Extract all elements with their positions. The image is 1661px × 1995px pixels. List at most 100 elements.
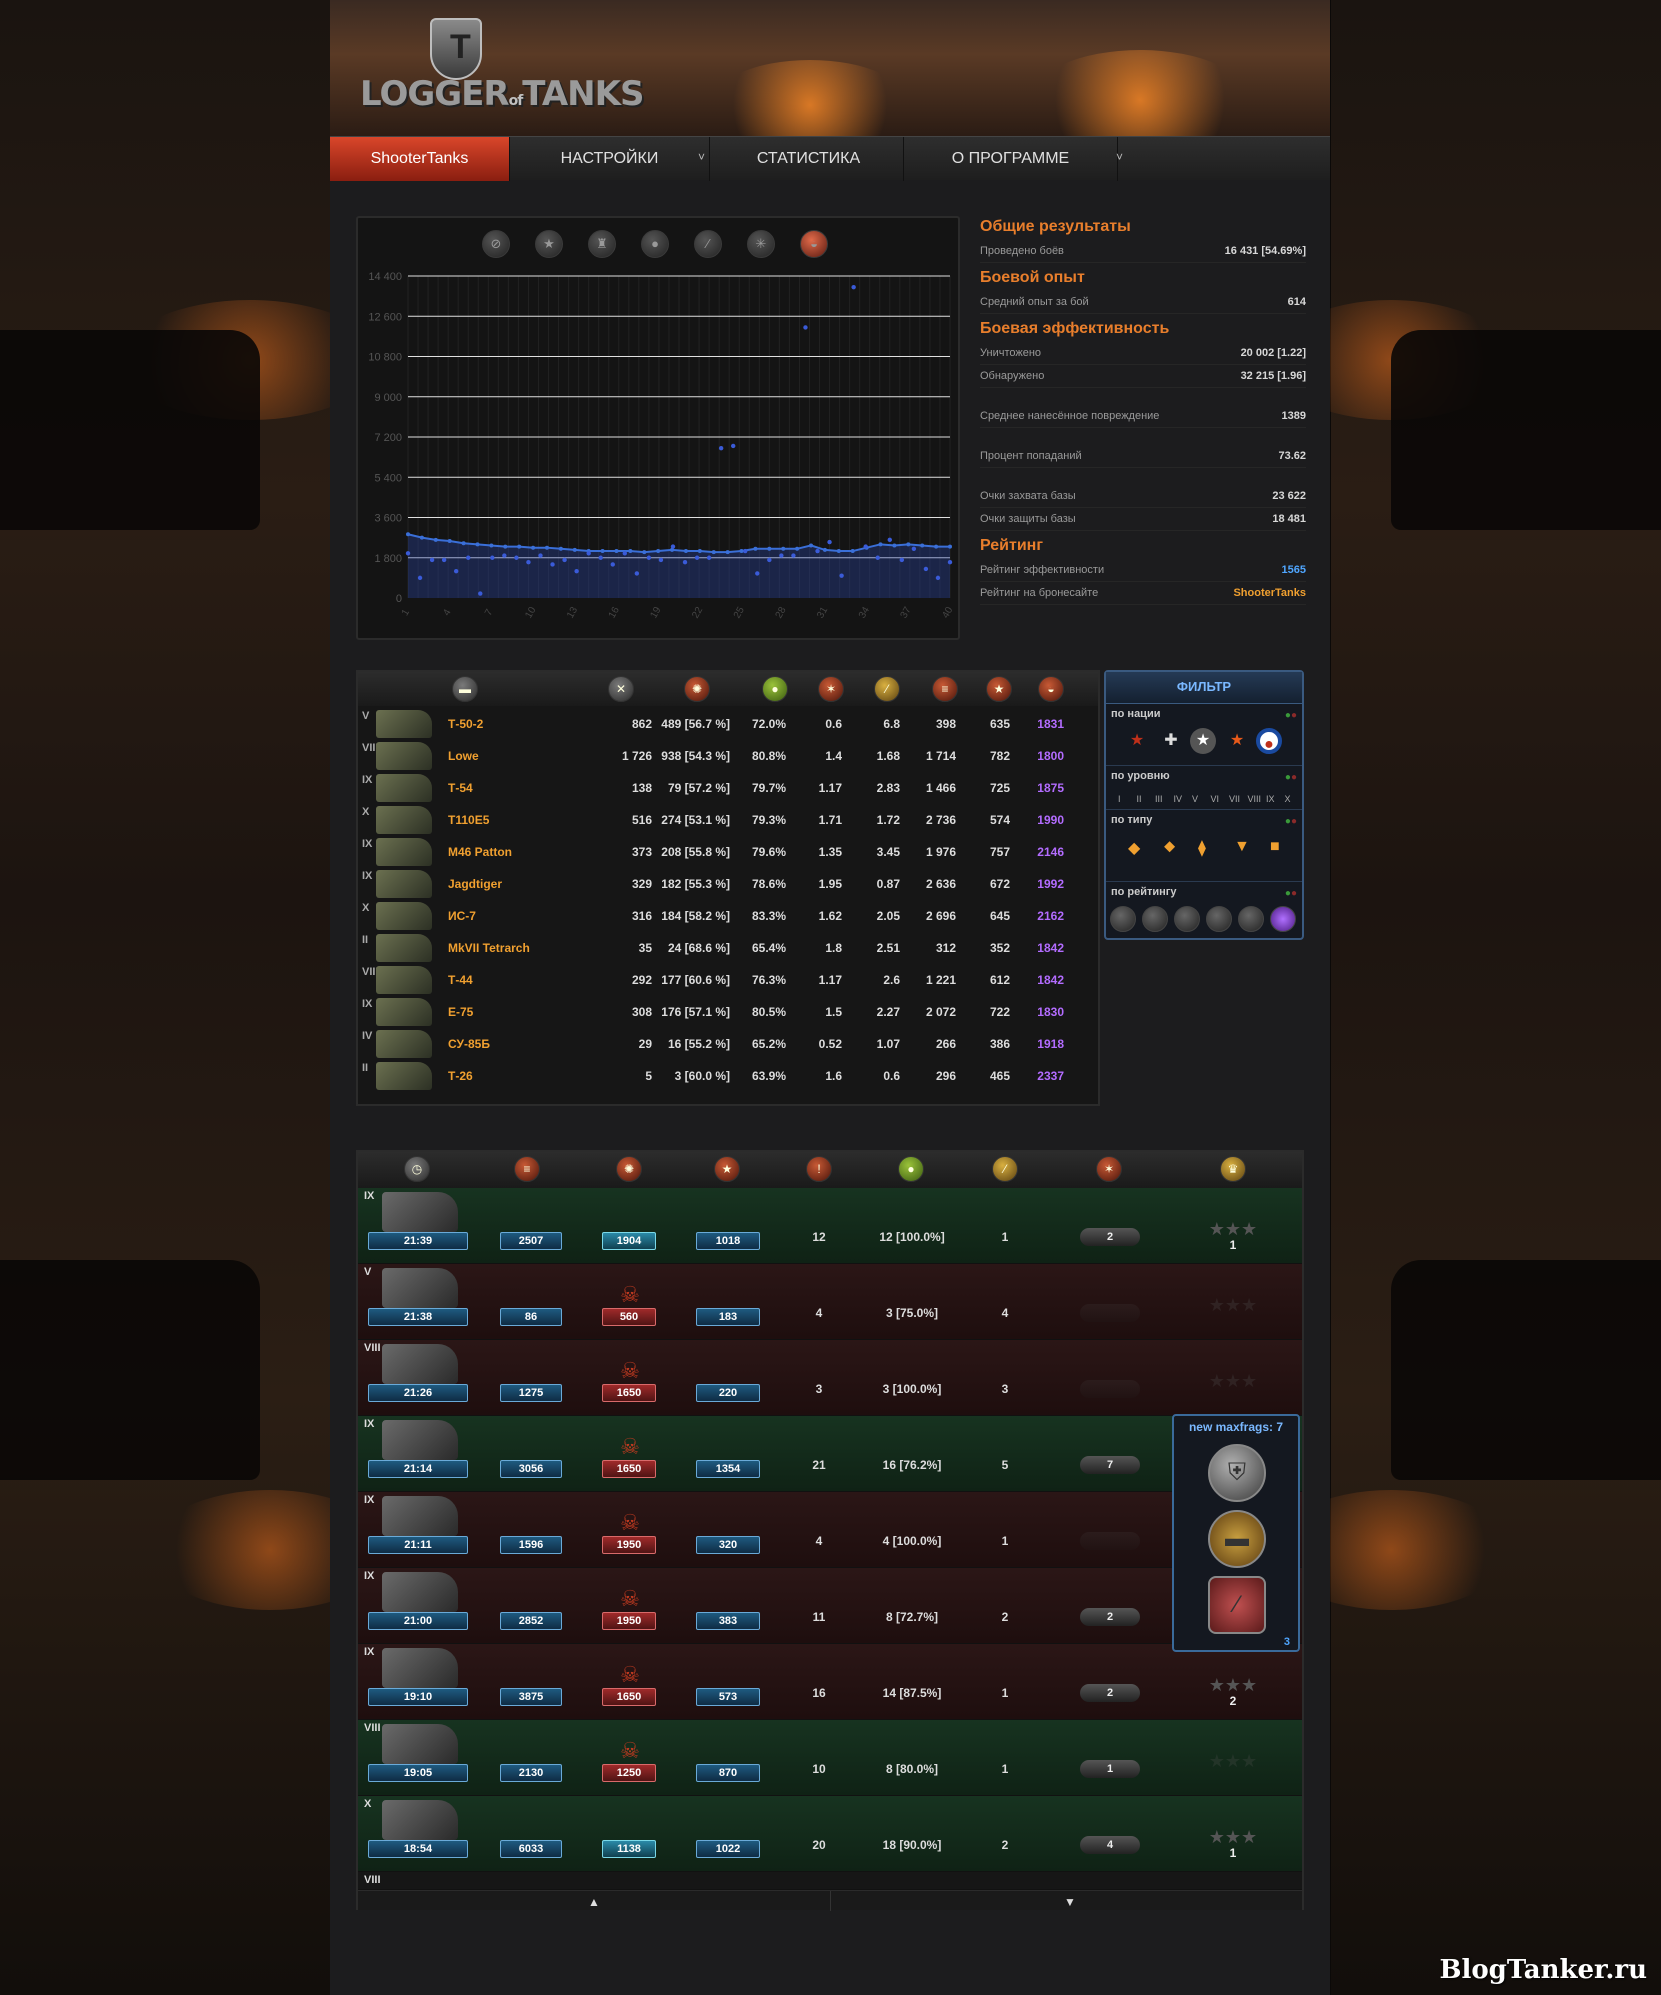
- battle-row[interactable]: IX21:111596☠195032044 [100.0%]1★★★: [358, 1492, 1302, 1568]
- rating-class-icon[interactable]: [1206, 906, 1232, 932]
- wins-icon[interactable]: ✺: [684, 676, 710, 702]
- level-option[interactable]: VI: [1211, 794, 1220, 804]
- chevron-down-icon[interactable]: ˅: [698, 137, 705, 177]
- spotted-icon[interactable]: ✶: [1096, 1156, 1122, 1182]
- xp-icon[interactable]: ✺: [616, 1156, 642, 1182]
- level-option[interactable]: V: [1192, 794, 1198, 804]
- toggle-dots[interactable]: ●●: [1285, 888, 1297, 899]
- damage-icon[interactable]: ≡: [514, 1156, 540, 1182]
- battle-row-partial[interactable]: VIII: [358, 1872, 1302, 1890]
- chevron-down-icon[interactable]: ˅: [1116, 137, 1123, 177]
- medium-tank-icon[interactable]: ⬥: [1164, 838, 1175, 856]
- level-option[interactable]: I: [1118, 794, 1121, 804]
- td-icon[interactable]: ▼: [1234, 838, 1250, 856]
- tank-icon[interactable]: ▬: [452, 676, 478, 702]
- tank-thumbnail: [382, 1572, 458, 1612]
- shots-icon[interactable]: !: [806, 1156, 832, 1182]
- logo[interactable]: T LOGGERofTANKS: [360, 18, 644, 118]
- battle-row[interactable]: VIII 21:26 1275 ☠ 1650 220 3 3 [100.0%] 3 ★★★: [358, 1340, 1302, 1416]
- level-option[interactable]: III: [1155, 794, 1163, 804]
- tank-name[interactable]: Т-44: [448, 973, 473, 987]
- table-row[interactable]: IX Jagdtiger 329 182 [55.3 %] 78.6% 1.95 0.87 2…: [358, 868, 1098, 900]
- scroll-up-arrow-icon[interactable]: ▲: [588, 1895, 600, 1909]
- scroll-down-arrow-icon[interactable]: ▼: [1064, 1895, 1076, 1909]
- table-row[interactable]: X T110E5 516 274 [53.1 %] 79.3% 1.71 1.72 2 736…: [358, 804, 1098, 836]
- cell-spot: 1.68: [876, 749, 900, 763]
- level-option[interactable]: X: [1285, 794, 1291, 804]
- nav-item-about[interactable]: О ПРОГРАММЕ: [904, 137, 1118, 181]
- survival-icon[interactable]: ●: [762, 676, 788, 702]
- shots-icon[interactable]: ⁄: [874, 676, 900, 702]
- battle-row[interactable]: IX 19:10 3875 ☠ 1650 573 16 14 [87.5%] 1 2 ★★★ 2: [358, 1644, 1302, 1720]
- table-row[interactable]: X ИС-7 316 184 [58.2 %] 83.3% 1.62 2.05 2 696 64…: [358, 900, 1098, 932]
- spg-icon[interactable]: ■: [1270, 838, 1280, 856]
- rating-class-icon[interactable]: [1238, 906, 1264, 932]
- series-point: [558, 546, 563, 551]
- level-option[interactable]: IV: [1174, 794, 1183, 804]
- tank-name[interactable]: Т-54: [448, 781, 473, 795]
- rating-star-icon[interactable]: ★: [714, 1156, 740, 1182]
- sniper-medal-icon[interactable]: ⁄: [1208, 1576, 1266, 1634]
- hits-icon[interactable]: ●: [898, 1156, 924, 1182]
- medals-icon[interactable]: ♛: [1220, 1156, 1246, 1182]
- table-row[interactable]: V Т-50-2 862 489 [56.7 %] 72.0% 0.6 6.8 398 635 1…: [358, 708, 1098, 740]
- tank-name[interactable]: Т-26: [448, 1069, 473, 1083]
- rating-class-icon[interactable]: [1142, 906, 1168, 932]
- efficiency-icon[interactable]: ◒: [1038, 676, 1064, 702]
- table-row[interactable]: IX Т-54 138 79 [57.2 %] 79.7% 1.17 2.83 1 466 72…: [358, 772, 1098, 804]
- stat-value[interactable]: ShooterTanks: [1233, 582, 1306, 604]
- table-row[interactable]: IX E-75 308 176 [57.1 %] 80.5% 1.5 2.27 2 072 72…: [358, 996, 1098, 1028]
- nav-item-statistics[interactable]: СТАТИСТИКА: [714, 137, 904, 181]
- tanks-table-header: ▬ ✕ ✺ ● ✶ ⁄ ≡ ★ ◒: [358, 672, 1098, 706]
- tank-name[interactable]: Т-50-2: [448, 717, 483, 731]
- frags-icon[interactable]: ✶: [818, 676, 844, 702]
- level-option[interactable]: II: [1137, 794, 1142, 804]
- level-option[interactable]: IX: [1266, 794, 1275, 804]
- table-row[interactable]: IV СУ-85Б 29 16 [55.2 %] 65.2% 0.52 1.07 266 386…: [358, 1028, 1098, 1060]
- tank-name[interactable]: Jagdtiger: [448, 877, 502, 891]
- battle-row[interactable]: IX21:143056☠165013542116 [76.2%]57★★★: [358, 1416, 1302, 1492]
- tank-name[interactable]: T110E5: [448, 813, 489, 827]
- tank-name[interactable]: MkVII Tetrarch: [448, 941, 530, 955]
- usa-flag-icon[interactable]: ★: [1190, 728, 1216, 754]
- cell-frags: 1.17: [818, 973, 842, 987]
- battle-row[interactable]: V 21:38 86 ☠ 560 183 4 3 [75.0%] 4 ★★★: [358, 1264, 1302, 1340]
- ace-tanker-medal-icon[interactable]: ⛨: [1208, 1444, 1266, 1502]
- nav-item-settings[interactable]: НАСТРОЙКИ: [510, 137, 710, 181]
- tank-name[interactable]: СУ-85Б: [448, 1037, 490, 1051]
- table-row[interactable]: II Т-26 5 3 [60.0 %] 63.9% 1.6 0.6 296 465 2337: [358, 1060, 1098, 1092]
- rating-star-icon[interactable]: ★: [986, 676, 1012, 702]
- table-row[interactable]: VIII Lowe 1 726 938 [54.3 %] 80.8% 1.4 1.68 1 7…: [358, 740, 1098, 772]
- table-row[interactable]: II MkVII Tetrarch 35 24 [68.6 %] 65.4% 1.8 2.5…: [358, 932, 1098, 964]
- tank-name[interactable]: Lowe: [448, 749, 479, 763]
- table-row[interactable]: VIII Т-44 292 177 [60.6 %] 76.3% 1.17 2.6 1 221…: [358, 964, 1098, 996]
- top-gun-medal-icon[interactable]: ▬: [1208, 1510, 1266, 1568]
- rating-class-icon[interactable]: [1110, 906, 1136, 932]
- uk-flag-icon[interactable]: ●: [1256, 728, 1282, 754]
- time-icon[interactable]: ◷: [404, 1156, 430, 1182]
- light-tank-icon[interactable]: ◆: [1128, 838, 1140, 858]
- battle-row[interactable]: X 18:54 6033 1138 1022 20 18 [90.0%] 2 4 ★★★ 1: [358, 1796, 1302, 1872]
- level-option[interactable]: VIII: [1248, 794, 1262, 804]
- tank-name[interactable]: E-75: [448, 1005, 473, 1019]
- tank-name[interactable]: M46 Patton: [448, 845, 512, 859]
- toggle-dots[interactable]: ●●: [1285, 816, 1297, 827]
- table-row[interactable]: IX M46 Patton 373 208 [55.8 %] 79.6% 1.35 3.45…: [358, 836, 1098, 868]
- frags-icon[interactable]: ⁄: [992, 1156, 1018, 1182]
- battle-row[interactable]: VIII 19:05 2130 ☠ 1250 870 10 8 [80.0%] 1 1 ★★★: [358, 1720, 1302, 1796]
- rating-class-icon[interactable]: [1270, 906, 1296, 932]
- damage-icon[interactable]: ≡: [932, 676, 958, 702]
- battles-icon[interactable]: ✕: [608, 676, 634, 702]
- battle-row[interactable]: IX21:002852☠1950383118 [72.7%]22★★★: [358, 1568, 1302, 1644]
- rating-class-icon[interactable]: [1174, 906, 1200, 932]
- battle-row[interactable]: IX 21:39 2507 1904 1018 12 12 [100.0%] 1 2 ★★★ 1: [358, 1188, 1302, 1264]
- tank-name[interactable]: ИС-7: [448, 909, 476, 923]
- germany-flag-icon[interactable]: ✚: [1158, 728, 1184, 754]
- toggle-dots[interactable]: ●●: [1285, 710, 1297, 721]
- level-option[interactable]: VII: [1229, 794, 1240, 804]
- toggle-dots[interactable]: ●●: [1285, 772, 1297, 783]
- ussr-flag-icon[interactable]: ★: [1124, 728, 1150, 754]
- nav-item-shootertanks[interactable]: ShooterTanks: [330, 137, 510, 181]
- heavy-tank-icon[interactable]: ⧫: [1198, 838, 1206, 858]
- china-flag-icon[interactable]: ★: [1224, 728, 1250, 754]
